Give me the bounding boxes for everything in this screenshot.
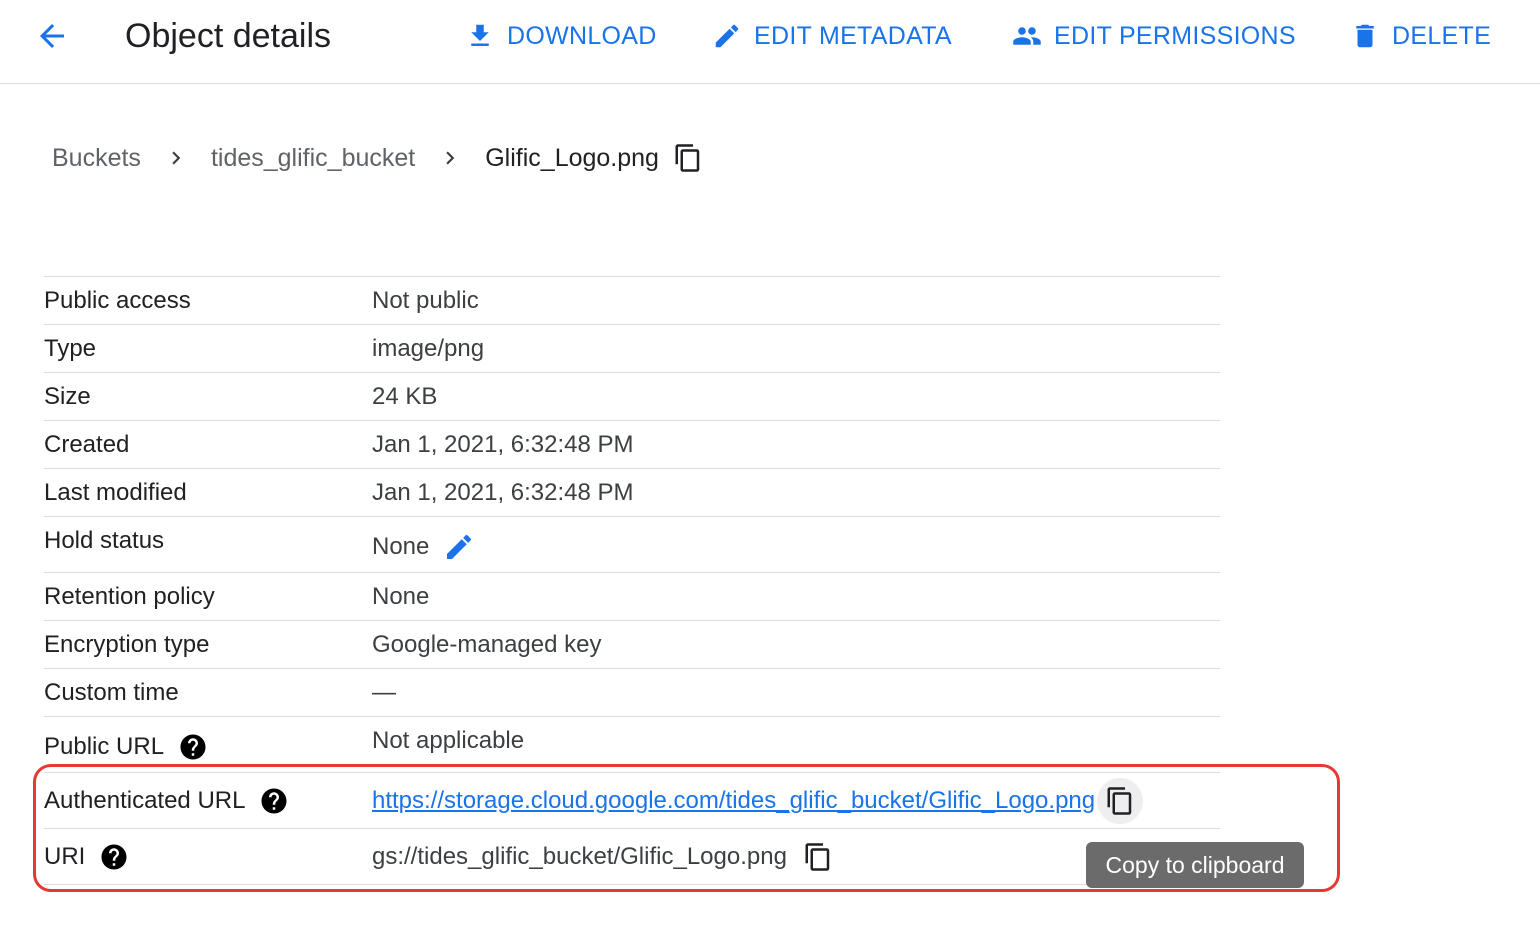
header-bar: Object details DOWNLOAD EDIT METADATA ED… [0,0,1540,84]
row-public-access: Public access Not public [44,277,1220,325]
row-value: Not public [372,287,479,314]
download-label: DOWNLOAD [507,21,657,50]
row-last-modified: Last modified Jan 1, 2021, 6:32:48 PM [44,469,1220,517]
breadcrumb-item-bucket[interactable]: tides_glific_bucket [211,144,415,173]
row-public-url: Public URL Not applicable [44,717,1220,773]
copy-icon[interactable] [673,143,703,173]
help-icon[interactable] [178,732,208,762]
row-value: Jan 1, 2021, 6:32:48 PM [372,431,634,458]
edit-permissions-label: EDIT PERMISSIONS [1054,21,1296,50]
row-value: image/png [372,335,485,362]
edit-metadata-button[interactable]: EDIT METADATA [712,16,952,56]
authenticated-url-label: Authenticated URL [44,787,246,814]
row-value: Google-managed key [372,631,602,658]
row-encryption-type: Encryption type Google-managed key [44,621,1220,669]
copy-icon[interactable] [803,842,833,872]
uri-value: gs://tides_glific_bucket/Glific_Logo.png [372,843,787,870]
pencil-icon [715,24,739,48]
row-value: https://storage.cloud.google.com/tides_g… [372,777,1144,825]
row-type: Type image/png [44,325,1220,373]
row-value: None [372,523,475,571]
row-label: Public URL [44,723,208,771]
page-title: Object details [125,17,331,55]
help-icon[interactable] [99,842,129,872]
help-icon[interactable] [259,786,289,816]
row-authenticated-url: Authenticated URL https://storage.cloud.… [44,773,1220,829]
chevron-right-icon [437,145,463,171]
row-retention-policy: Retention policy None [44,573,1220,621]
copy-tooltip: Copy to clipboard [1086,842,1304,888]
row-label: Created [44,431,130,458]
copy-icon[interactable] [1097,778,1144,824]
row-value: 24 KB [372,383,438,410]
arrow-back-icon [40,24,64,48]
row-size: Size 24 KB [44,373,1220,421]
delete-label: DELETE [1392,21,1492,50]
pencil-icon[interactable] [443,531,475,563]
edit-permissions-button[interactable]: EDIT PERMISSIONS [1012,16,1296,56]
row-custom-time: Custom time — [44,669,1220,717]
delete-button[interactable]: DELETE [1350,16,1491,56]
row-label: Size [44,383,91,410]
trash-icon [1356,24,1374,48]
row-value: — [372,679,396,706]
row-label: Last modified [44,479,187,506]
row-label: Encryption type [44,631,210,658]
row-created: Created Jan 1, 2021, 6:32:48 PM [44,421,1220,469]
breadcrumb-item-buckets[interactable]: Buckets [52,144,141,173]
uri-label: URI [44,843,86,870]
people-icon [1013,27,1041,45]
row-label: Authenticated URL [44,777,289,825]
back-button[interactable] [28,16,76,56]
row-uri: URI gs://tides_glific_bucket/Glific_Logo… [44,829,1220,885]
download-icon [471,24,489,46]
row-label: Hold status [44,527,165,554]
row-value: None [372,583,430,610]
download-button[interactable]: DOWNLOAD [465,16,657,56]
object-details-table: Public access Not public Type image/png … [44,276,1220,885]
breadcrumb: Buckets tides_glific_bucket Glific_Logo.… [52,136,703,180]
row-value: gs://tides_glific_bucket/Glific_Logo.png [372,833,833,881]
row-label: Retention policy [44,583,215,610]
authenticated-url-link[interactable]: https://storage.cloud.google.com/tides_g… [372,787,1095,815]
chevron-right-icon [163,145,189,171]
public-url-label: Public URL [44,733,165,760]
row-value: Jan 1, 2021, 6:32:48 PM [372,479,634,506]
row-label: Public access [44,287,191,314]
breadcrumb-current: Glific_Logo.png [485,143,659,172]
row-value: Not applicable [372,727,525,754]
hold-status-value: None [372,533,430,560]
row-hold-status: Hold status None [44,517,1220,573]
row-label: URI [44,833,129,881]
edit-metadata-label: EDIT METADATA [754,21,952,50]
row-label: Custom time [44,679,179,706]
row-label: Type [44,335,97,362]
